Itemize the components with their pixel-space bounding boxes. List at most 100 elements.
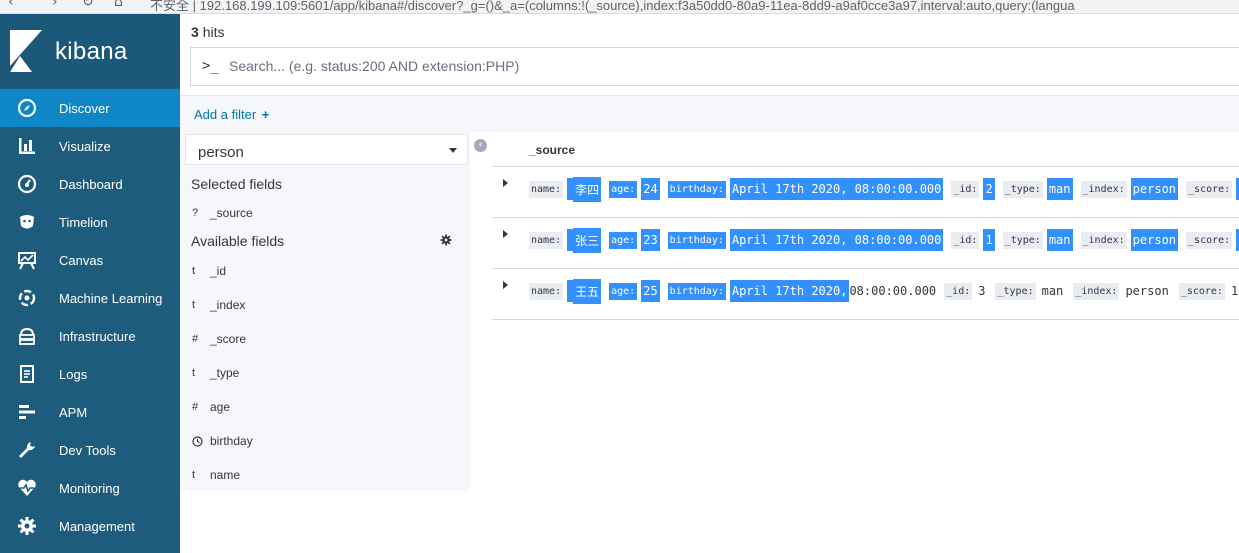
ml-icon: [16, 287, 38, 309]
gear-icon: [16, 515, 38, 537]
nav-item-apm[interactable]: APM: [0, 393, 180, 431]
field-label-type: _type:: [995, 282, 1036, 300]
field-name: _id: [210, 264, 227, 278]
app-name: kibana: [55, 38, 128, 65]
add-filter-button[interactable]: Add a filter +: [194, 107, 269, 122]
nav-item-monitoring[interactable]: Monitoring: [0, 469, 180, 507]
nav-item-dev-tools[interactable]: Dev Tools: [0, 431, 180, 469]
field-label-birthday: birthday:: [667, 231, 726, 249]
hits-count: 3 hits: [191, 24, 224, 40]
field-label-type: _type:: [1002, 180, 1043, 198]
expand-row-icon[interactable]: [503, 281, 508, 289]
column-header-source[interactable]: _source: [529, 143, 575, 157]
selected-fields-heading: Selected fields: [191, 176, 283, 192]
table-row[interactable]: name: 张三 age: 23 birthday: April 17th 20…: [492, 218, 1239, 269]
reload-icon[interactable]: ↻: [82, 0, 94, 10]
field-item-score[interactable]: # _score: [192, 329, 246, 349]
field-label-id: _id:: [951, 231, 980, 249]
back-icon[interactable]: ‹: [8, 0, 14, 10]
field-item-id[interactable]: t _id: [192, 261, 226, 281]
field-item-name[interactable]: t name: [192, 465, 240, 485]
expand-row-icon[interactable]: [503, 230, 508, 238]
field-label-age: age:: [609, 282, 638, 300]
field-name: age: [210, 400, 231, 414]
index-pattern-select[interactable]: person: [185, 134, 468, 165]
field-value-name: 王五: [573, 278, 602, 304]
table-row[interactable]: name: 李四 age: 24 birthday: April 17th 20…: [492, 167, 1239, 218]
field-value-birthday: April 17th 2020, 08:00:00.000: [729, 229, 944, 251]
heartbeat-icon: [16, 477, 38, 499]
row-source: name: 李四 age: 24 birthday: April 17th 20…: [529, 176, 1239, 202]
nav-item-infrastructure[interactable]: Infrastructure: [0, 317, 180, 355]
nav-item-label: APM: [59, 404, 88, 420]
field-label-score: _score:: [1186, 180, 1233, 198]
browser-url[interactable]: 不安全 | 192.168.199.109:5601/app/kibana#/d…: [150, 0, 1075, 13]
field-type-icon: #: [192, 333, 199, 345]
field-value-score: 1: [1230, 284, 1239, 298]
search-input[interactable]: [229, 58, 1129, 74]
browser-address-bar: ‹ › ↻ ⌂ 不安全 | 192.168.199.109:5601/app/k…: [0, 0, 1239, 14]
filter-bar: Add a filter +: [180, 95, 1239, 132]
field-item-birthday[interactable]: birthday: [192, 431, 253, 451]
field-value-index: person: [1125, 284, 1169, 298]
expand-row-icon[interactable]: [503, 179, 508, 187]
nav-item-discover[interactable]: Discover: [0, 89, 180, 127]
forward-icon[interactable]: ›: [52, 0, 58, 10]
nav-item-canvas[interactable]: Canvas: [0, 241, 180, 279]
gear-icon[interactable]: [440, 234, 452, 246]
nav-item-dashboard[interactable]: Dashboard: [0, 165, 180, 203]
field-type-icon: #: [192, 401, 199, 413]
infrastructure-icon: [16, 325, 38, 347]
nav-item-label: Management: [59, 518, 135, 534]
kibana-logo-icon: [10, 30, 42, 72]
nav-item-logs[interactable]: Logs: [0, 355, 180, 393]
nav-item-machine-learning[interactable]: Machine Learning: [0, 279, 180, 317]
field-value-type: man: [1046, 178, 1073, 200]
query-bar[interactable]: >_: [190, 47, 1239, 86]
field-label-age: age:: [609, 180, 638, 198]
kibana-logo[interactable]: kibana: [0, 14, 180, 89]
discover-main: 3 hits >_ Add a filter + person Selected…: [180, 14, 1239, 553]
field-label-birthday: birthday:: [667, 282, 726, 300]
canvas-icon: [16, 249, 38, 271]
chevron-down-icon: [449, 148, 457, 153]
field-item-type[interactable]: t _type: [192, 363, 239, 383]
logs-icon: [16, 363, 38, 385]
field-label-name: name:: [529, 282, 564, 300]
nav-item-timelion[interactable]: Timelion: [0, 203, 180, 241]
wrench-icon: [16, 439, 38, 461]
field-type-icon: t: [192, 299, 196, 311]
field-value-id: 2: [983, 178, 995, 200]
nav-item-label: Timelion: [59, 214, 108, 230]
field-item-index[interactable]: t _index: [192, 295, 245, 315]
field-type-icon: t: [192, 367, 196, 379]
index-pattern-value: person: [198, 144, 244, 161]
field-name: _score: [210, 332, 247, 346]
collapse-sidebar-button[interactable]: ‹: [474, 139, 487, 152]
nav-item-label: Canvas: [59, 252, 104, 268]
field-label-name: name:: [529, 231, 564, 249]
field-type-icon: t: [192, 265, 196, 277]
field-value-id: 1: [983, 229, 995, 251]
field-label-score: _score:: [1186, 231, 1233, 249]
field-label-id: _id:: [951, 180, 980, 198]
nav-item-visualize[interactable]: Visualize: [0, 127, 180, 165]
row-source: name: 张三 age: 23 birthday: April 17th 20…: [529, 227, 1239, 253]
field-item-source[interactable]: ? _source: [192, 203, 253, 223]
apm-icon: [16, 401, 38, 423]
field-item-age[interactable]: # age: [192, 397, 230, 417]
nav-item-label: Dashboard: [59, 176, 123, 192]
field-value-age: 23: [641, 229, 660, 251]
field-value-id: 3: [978, 284, 986, 298]
field-label-id: _id:: [944, 282, 973, 300]
field-label-score: _score:: [1178, 282, 1225, 300]
field-value-birthday: April 17th 2020, 08:00:00.000: [729, 178, 944, 200]
field-label-type: _type:: [1002, 231, 1043, 249]
add-filter-label: Add a filter: [194, 107, 257, 122]
bar-chart-icon: [16, 135, 38, 157]
table-row[interactable]: name: 王五 age: 25 birthday: April 17th 20…: [492, 269, 1239, 320]
hits-label: hits: [202, 24, 225, 40]
home-icon[interactable]: ⌂: [114, 0, 123, 10]
nav-item-management[interactable]: Management: [0, 507, 180, 545]
field-type-icon: t: [192, 469, 196, 481]
